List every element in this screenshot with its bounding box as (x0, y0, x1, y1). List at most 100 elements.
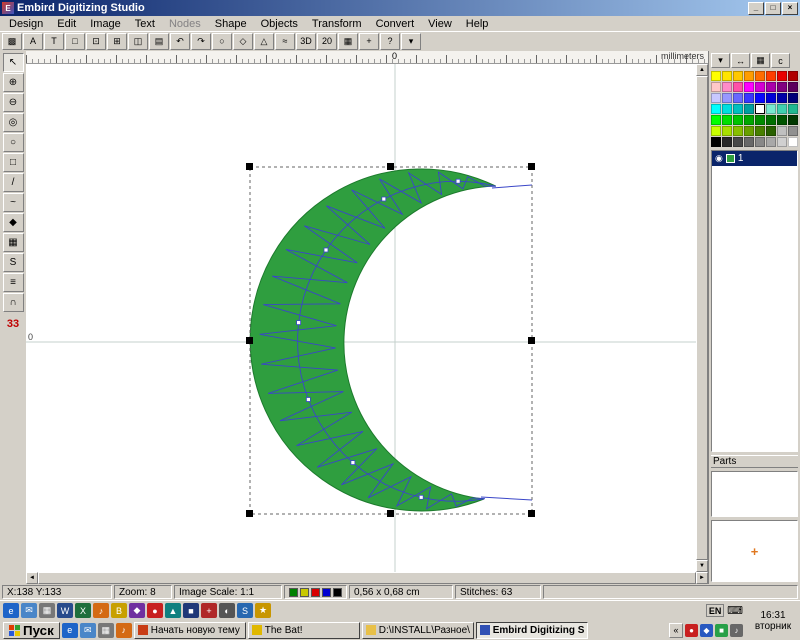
text-tool-icon[interactable]: T (44, 33, 64, 50)
status-swatch[interactable] (333, 588, 342, 597)
palette-color-cell[interactable] (777, 104, 787, 114)
palette-color-cell[interactable] (744, 115, 754, 125)
ellipse-select-tool[interactable]: ○ (3, 133, 24, 152)
selection-handle[interactable] (528, 510, 535, 517)
help-icon[interactable]: ? (380, 33, 400, 50)
selection-handle[interactable] (246, 163, 253, 170)
fill-tool[interactable]: ▦ (3, 233, 24, 252)
palette-color-cell[interactable] (755, 71, 765, 81)
palette-color-cell[interactable] (733, 82, 743, 92)
palette-color-cell[interactable] (722, 126, 732, 136)
palette-style-dropdown[interactable]: ▾ (711, 53, 730, 68)
task-browser-button[interactable]: Начать новую тему :: В... (134, 622, 246, 639)
editor-icon[interactable]: ■ (183, 603, 199, 618)
palette-color-cell[interactable] (777, 82, 787, 92)
palette-color-cell[interactable] (722, 93, 732, 103)
palette-color-cell[interactable] (766, 126, 776, 136)
media-player-icon[interactable]: ♪ (93, 603, 109, 618)
task-explorer-button[interactable]: D:\INSTALL\Разное\Embird (362, 622, 474, 639)
menu-item[interactable]: Design (2, 18, 50, 30)
selection-handle[interactable] (387, 163, 394, 170)
task-embird-button[interactable]: Embird Digitizing Stud... (476, 622, 588, 639)
pattern-icon[interactable]: ▩ (2, 33, 22, 50)
save-design-icon[interactable]: ◫ (128, 33, 148, 50)
status-swatch[interactable] (289, 588, 298, 597)
palette-c-button[interactable]: c (771, 53, 790, 68)
palette-color-cell[interactable] (711, 126, 721, 136)
menu-item[interactable]: Help (459, 18, 496, 30)
scheduler-tray-icon[interactable]: ◆ (700, 624, 713, 637)
mail-icon[interactable]: ✉ (21, 603, 37, 618)
horizontal-scroll-thumb[interactable] (38, 572, 696, 584)
parts-list[interactable] (711, 471, 798, 517)
visibility-eye-icon[interactable]: ◉ (715, 153, 723, 164)
vertical-scroll-thumb[interactable] (696, 76, 708, 560)
favorites-icon[interactable]: ★ (255, 603, 271, 618)
internet-explorer-icon[interactable]: e (62, 623, 78, 638)
language-indicator[interactable]: EN (706, 604, 724, 617)
internet-explorer-icon[interactable]: e (3, 603, 19, 618)
palette-color-cell[interactable] (766, 71, 776, 81)
palette-color-cell[interactable] (722, 82, 732, 92)
the-bat-icon[interactable]: B (111, 603, 127, 618)
status-swatch[interactable] (300, 588, 309, 597)
palette-color-cell[interactable] (788, 126, 798, 136)
firstaid-icon[interactable]: + (201, 603, 217, 618)
network-tray-icon[interactable]: ■ (715, 624, 728, 637)
selection-handle[interactable] (528, 163, 535, 170)
palette-color-cell[interactable] (777, 71, 787, 81)
menu-item[interactable]: Shape (208, 18, 254, 30)
zoom-out-tool[interactable]: ⊖ (3, 93, 24, 112)
palette-color-cell[interactable] (744, 93, 754, 103)
palette-color-cell[interactable] (711, 115, 721, 125)
desktop-icon[interactable]: ▦ (98, 623, 114, 638)
palette-color-cell[interactable] (766, 115, 776, 125)
object-list[interactable]: ◉ 1 (711, 150, 798, 452)
tray-chevron-icon[interactable]: « (669, 623, 683, 638)
antivirus-icon[interactable]: ● (147, 603, 163, 618)
palette-color-cell[interactable] (788, 93, 798, 103)
layers-tool[interactable]: ≡ (3, 273, 24, 292)
palette-color-cell[interactable] (733, 104, 743, 114)
volume-tray-icon[interactable]: ♪ (730, 624, 743, 637)
export-icon[interactable]: ▤ (149, 33, 169, 50)
palette-color-cell[interactable] (766, 93, 776, 103)
palette-color-cell[interactable] (766, 104, 776, 114)
vertical-scrollbar[interactable]: ▲ ▼ (696, 64, 708, 572)
palette-color-cell[interactable] (722, 115, 732, 125)
zoom-all-tool[interactable]: ◎ (3, 113, 24, 132)
scroll-down-icon[interactable]: ▼ (696, 560, 708, 572)
3d-view-icon[interactable]: 3D (296, 33, 316, 50)
menu-item[interactable]: Image (83, 18, 128, 30)
palette-color-cell[interactable] (733, 115, 743, 125)
palette-color-cell[interactable] (733, 126, 743, 136)
palette-grid-button[interactable]: ▦ (751, 53, 770, 68)
palette-color-cell[interactable] (777, 137, 787, 147)
scroll-up-icon[interactable]: ▲ (696, 64, 708, 76)
palette-color-cell[interactable] (722, 104, 732, 114)
horizontal-scrollbar[interactable]: ◄ ► (26, 572, 708, 584)
palette-color-cell[interactable] (755, 137, 765, 147)
curve-tool[interactable]: ~ (3, 193, 24, 212)
selection-handle[interactable] (528, 337, 535, 344)
keyboard-icon[interactable]: ⌨ (727, 604, 743, 617)
palette-color-cell[interactable] (744, 137, 754, 147)
pan-icon[interactable]: + (359, 33, 379, 50)
palette-color-cell[interactable] (711, 137, 721, 147)
word-icon[interactable]: W (57, 603, 73, 618)
wave-icon[interactable]: ≈ (275, 33, 295, 50)
palette-color-cell[interactable] (744, 104, 754, 114)
zoom-in-tool[interactable]: ⊕ (3, 73, 24, 92)
line-tool[interactable]: / (3, 173, 24, 192)
shape-icon[interactable]: ◇ (233, 33, 253, 50)
font-a-icon[interactable]: A (23, 33, 43, 50)
dropdown-icon[interactable]: ▾ (401, 33, 421, 50)
status-swatch[interactable] (322, 588, 331, 597)
palette-color-cell[interactable] (711, 93, 721, 103)
palette-color-cell[interactable] (722, 137, 732, 147)
palette-color-cell[interactable] (733, 137, 743, 147)
menu-item[interactable]: Convert (369, 18, 422, 30)
player-icon[interactable]: ♪ (116, 623, 132, 638)
undo-icon[interactable]: ↶ (170, 33, 190, 50)
palette-color-cell[interactable] (788, 115, 798, 125)
